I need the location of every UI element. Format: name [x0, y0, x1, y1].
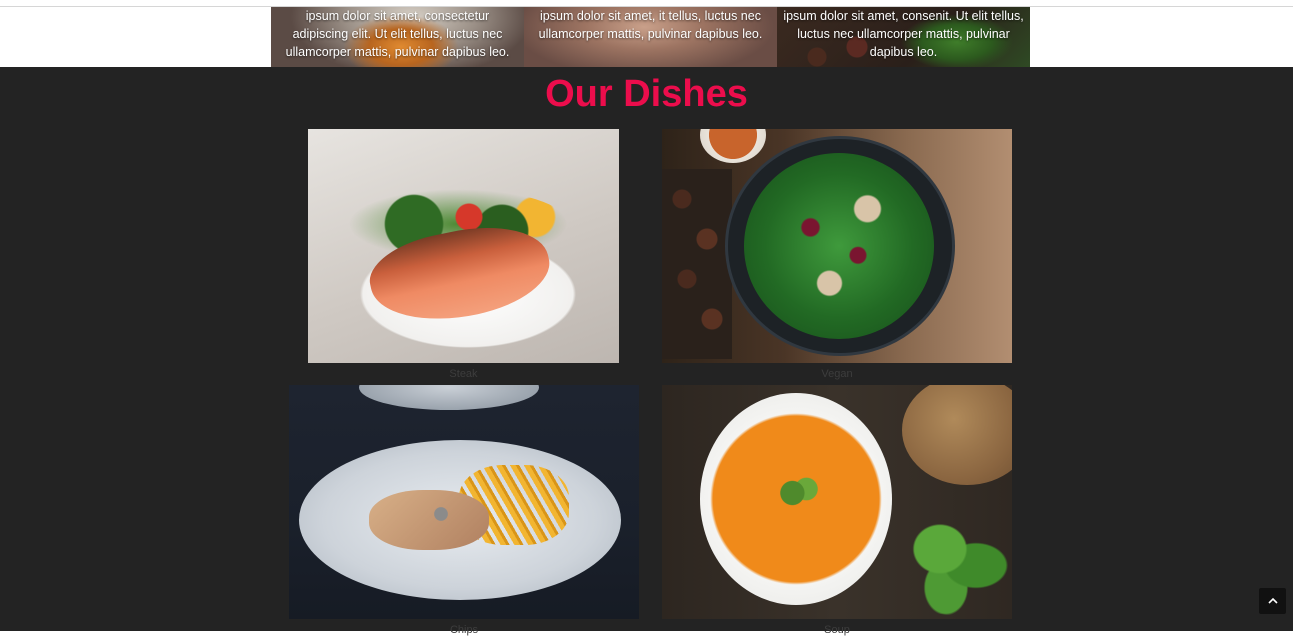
dish-card-soup[interactable]: Soup [662, 385, 1012, 636]
salmon-steak-photo[interactable] [308, 129, 619, 363]
chicken-fries-photo[interactable] [289, 385, 639, 619]
chevron-up-icon [1267, 597, 1278, 604]
dish-caption: Vegan [821, 368, 853, 380]
dish-card-vegan[interactable]: Vegan [662, 129, 1012, 381]
feature-text: ipsum dolor sit amet, it tellus, luctus … [538, 9, 763, 41]
tomato-soup-photo[interactable] [662, 385, 1012, 619]
dish-caption: Steak [449, 368, 478, 380]
dish-card-steak[interactable]: Steak [308, 129, 619, 381]
dish-caption: Soup [824, 624, 850, 636]
dishes-title: Our Dishes [545, 73, 748, 115]
features-strip: ipsum dolor sit amet, consectetur adipis… [271, 7, 1030, 67]
dish-caption: Chips [449, 624, 479, 636]
feature-card[interactable]: ipsum dolor sit amet, it tellus, luctus … [524, 7, 777, 67]
dish-card-chips[interactable]: Chips [289, 385, 639, 636]
feature-card[interactable]: ipsum dolor sit amet, consenit. Ut elit … [777, 7, 1030, 67]
salad-bowl-photo[interactable] [662, 129, 1012, 363]
dishes-section: Our Dishes Steak Vegan Chips Soup [0, 67, 1293, 636]
scroll-to-top-button[interactable] [1259, 588, 1286, 614]
feature-text: ipsum dolor sit amet, consenit. Ut elit … [783, 9, 1024, 59]
feature-card[interactable]: ipsum dolor sit amet, consectetur adipis… [271, 7, 524, 67]
feature-text: ipsum dolor sit amet, consectetur adipis… [285, 9, 510, 59]
